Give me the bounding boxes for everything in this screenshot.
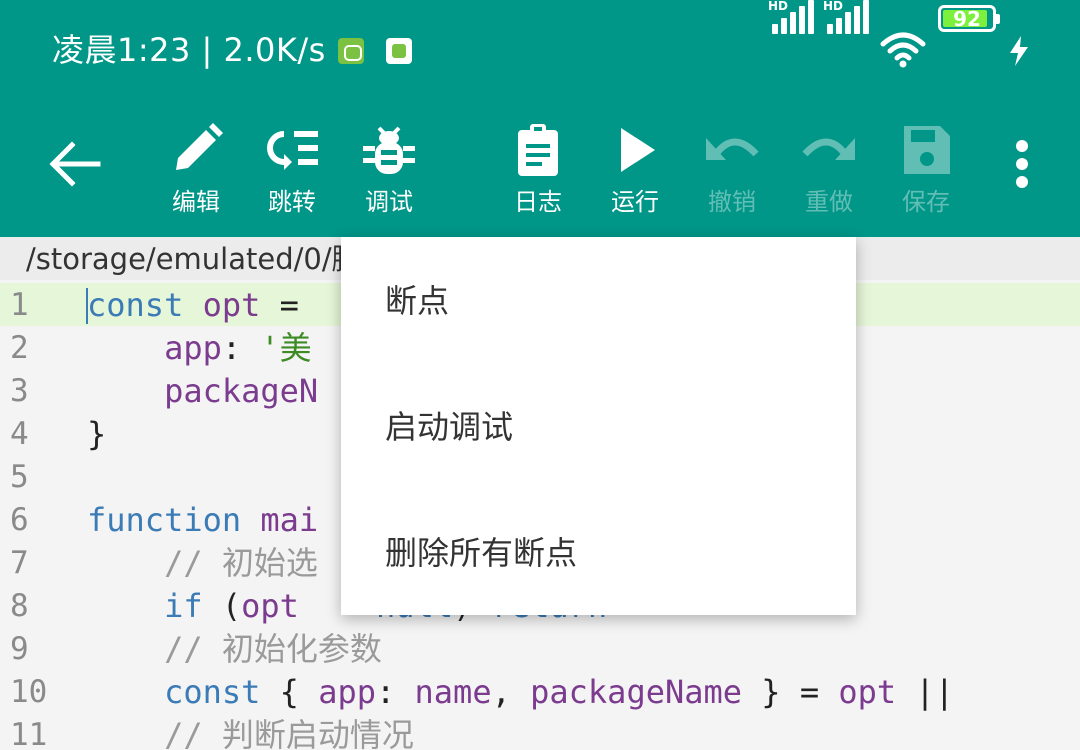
wifi-icon	[880, 32, 926, 68]
code-text: const opt =	[87, 286, 299, 324]
undo-button[interactable]: 撤销	[684, 120, 780, 224]
battery-level: 92	[953, 7, 981, 31]
pencil-icon	[176, 123, 223, 170]
app-bar: 凌晨1:23 | 2.0K/s HD HD 92 编辑 跳转 调试 日志 运行 …	[0, 0, 1080, 237]
undo-icon	[706, 138, 759, 160]
line-number: 9	[10, 631, 29, 667]
line-number: 8	[10, 588, 29, 624]
file-path: /storage/emulated/0/脚	[26, 242, 361, 276]
menu-item-label: 启动调试	[385, 408, 514, 446]
clipboard-icon	[518, 124, 558, 176]
undo-label: 撤销	[708, 188, 756, 216]
debug-label: 调试	[365, 188, 413, 216]
debug-dropdown-menu: 断点 启动调试 删除所有断点	[341, 237, 856, 615]
redo-icon	[802, 138, 855, 160]
line-number: 2	[10, 330, 29, 366]
menu-item-start-debug[interactable]: 启动调试	[341, 363, 856, 489]
code-text: // 判断启动情况	[164, 716, 414, 750]
line-number: 11	[10, 717, 48, 750]
code-text: const { app: name, packageName } = opt |…	[164, 673, 954, 711]
line-number: 7	[10, 545, 29, 581]
bug-icon	[363, 126, 415, 174]
edit-label: 编辑	[172, 188, 220, 216]
log-label: 日志	[514, 188, 562, 216]
menu-item-remove-all-breakpoints[interactable]: 删除所有断点	[341, 489, 856, 615]
debug-button[interactable]: 调试	[341, 120, 437, 224]
line-number: 10	[10, 674, 48, 710]
app-notification-icon	[386, 38, 412, 64]
android-app-icon	[338, 38, 364, 64]
line-number: 3	[10, 373, 29, 409]
code-text: function mai	[87, 501, 319, 539]
code-text: // 初始化参数	[164, 630, 382, 668]
run-label: 运行	[611, 188, 659, 216]
line-number: 4	[10, 416, 29, 452]
line-number: 6	[10, 502, 29, 538]
save-button[interactable]: 保存	[878, 120, 974, 224]
line-number: 1	[10, 287, 29, 323]
run-button[interactable]: 运行	[587, 120, 683, 224]
edit-button[interactable]: 编辑	[148, 120, 244, 224]
code-line[interactable]: 11 // 判断启动情况	[0, 713, 1080, 750]
jump-button[interactable]: 跳转	[244, 120, 340, 224]
battery-icon: 92	[938, 5, 996, 32]
code-line[interactable]: 10 const { app: name, packageName } = op…	[0, 670, 1080, 713]
redo-button[interactable]: 重做	[781, 120, 877, 224]
code-line[interactable]: 9 // 初始化参数	[0, 627, 1080, 670]
signal-icon-2: HD	[823, 0, 871, 34]
battery-nub	[996, 14, 1000, 24]
more-options-icon[interactable]	[1000, 132, 1044, 196]
text-cursor	[86, 288, 88, 324]
charging-icon	[1010, 36, 1028, 66]
code-text: // 初始选	[164, 544, 318, 582]
jump-label: 跳转	[268, 188, 316, 216]
menu-item-label: 删除所有断点	[385, 534, 578, 572]
menu-item-label: 断点	[385, 282, 450, 320]
save-icon	[904, 126, 950, 174]
jump-icon	[267, 131, 318, 170]
back-arrow-icon[interactable]	[40, 130, 108, 198]
code-text: }	[87, 415, 107, 453]
log-button[interactable]: 日志	[490, 120, 586, 224]
line-number: 5	[10, 459, 29, 495]
status-time: 凌晨1:23 | 2.0K/s	[52, 31, 326, 69]
code-text: app: '美	[164, 329, 312, 367]
redo-label: 重做	[805, 188, 853, 216]
signal-icon: HD	[768, 0, 816, 34]
save-label: 保存	[902, 188, 950, 216]
play-icon	[621, 128, 655, 172]
menu-item-breakpoint[interactable]: 断点	[341, 237, 856, 363]
